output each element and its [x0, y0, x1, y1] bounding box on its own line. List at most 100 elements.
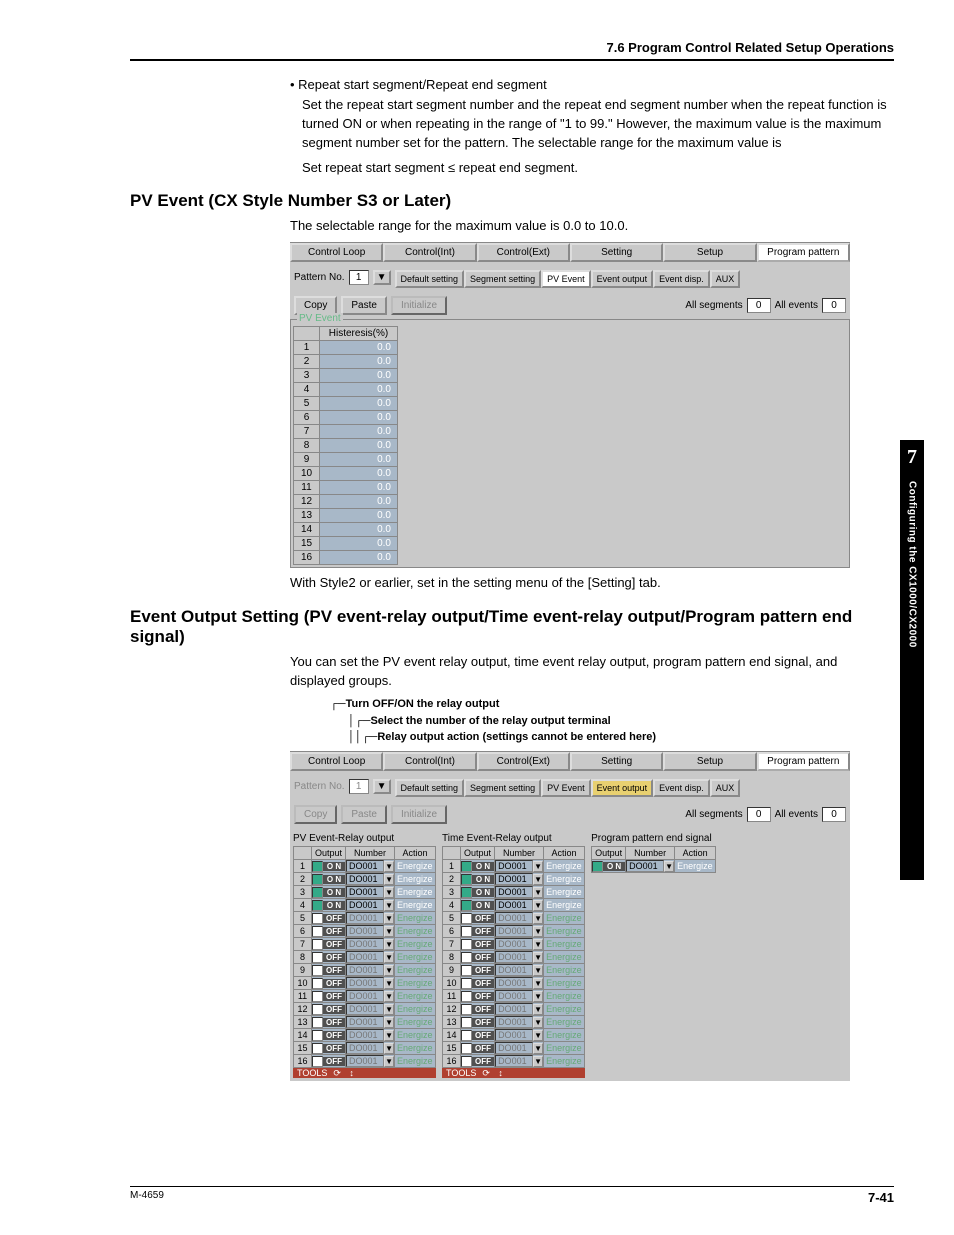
tab-control-int-[interactable]: Control(Int)	[383, 752, 476, 771]
number-cell[interactable]: DO001▼	[346, 951, 395, 964]
hysteresis-value[interactable]: 0.0	[320, 341, 398, 355]
tab-segment-setting[interactable]: Segment setting	[464, 270, 541, 288]
number-cell[interactable]: DO001▼	[346, 899, 395, 912]
dropdown-icon[interactable]: ▼	[384, 978, 394, 989]
output-checkbox[interactable]	[312, 965, 323, 976]
number-cell[interactable]: DO001▼	[495, 1042, 544, 1055]
output-cell[interactable]: OFF	[312, 938, 346, 951]
number-cell[interactable]: DO001▼	[346, 1029, 395, 1042]
output-checkbox[interactable]	[312, 874, 323, 885]
dropdown-icon[interactable]: ▼	[384, 874, 394, 885]
output-cell[interactable]: OFF	[312, 977, 346, 990]
dropdown-icon[interactable]: ▼	[533, 978, 543, 989]
hysteresis-value[interactable]: 0.0	[320, 523, 398, 537]
tab-control-ext-[interactable]: Control(Ext)	[477, 243, 570, 262]
output-cell[interactable]: OFF	[312, 1016, 346, 1029]
dropdown-icon[interactable]: ▼	[533, 887, 543, 898]
dropdown-icon[interactable]: ▼	[533, 1056, 543, 1067]
number-cell[interactable]: DO001▼	[495, 1003, 544, 1016]
dropdown-icon[interactable]: ▼	[533, 991, 543, 1002]
dropdown-icon[interactable]: ▼	[533, 900, 543, 911]
dropdown-icon[interactable]: ▼	[384, 1056, 394, 1067]
output-cell[interactable]: O N	[312, 860, 346, 873]
output-cell[interactable]: OFF	[461, 1042, 495, 1055]
output-cell[interactable]: OFF	[312, 1029, 346, 1042]
output-cell[interactable]: OFF	[312, 912, 346, 925]
hysteresis-value[interactable]: 0.0	[320, 369, 398, 383]
number-cell[interactable]: DO001▼	[495, 860, 544, 873]
tab-aux[interactable]: AUX	[710, 270, 741, 288]
all-events-field[interactable]: 0	[822, 298, 846, 313]
output-checkbox[interactable]	[461, 1056, 472, 1067]
output-cell[interactable]: OFF	[461, 938, 495, 951]
output-cell[interactable]: OFF	[461, 951, 495, 964]
output-checkbox[interactable]	[461, 978, 472, 989]
number-cell[interactable]: DO001▼	[495, 925, 544, 938]
tab-pv-event[interactable]: PV Event	[541, 779, 591, 797]
output-checkbox[interactable]	[461, 1030, 472, 1041]
output-checkbox[interactable]	[461, 887, 472, 898]
hysteresis-value[interactable]: 0.0	[320, 397, 398, 411]
dropdown-icon[interactable]: ▼	[533, 1017, 543, 1028]
number-cell[interactable]: DO001▼	[346, 925, 395, 938]
output-cell[interactable]: OFF	[312, 1003, 346, 1016]
output-checkbox[interactable]	[312, 978, 323, 989]
number-cell[interactable]: DO001▼	[495, 1055, 544, 1068]
output-checkbox[interactable]	[461, 1004, 472, 1015]
output-checkbox[interactable]	[312, 1056, 323, 1067]
all-segments-field[interactable]: 0	[747, 807, 771, 822]
hysteresis-value[interactable]: 0.0	[320, 411, 398, 425]
hysteresis-value[interactable]: 0.0	[320, 481, 398, 495]
tab-setup[interactable]: Setup	[663, 243, 756, 262]
output-cell[interactable]: O N	[312, 899, 346, 912]
dropdown-icon[interactable]: ▼	[533, 874, 543, 885]
output-cell[interactable]: OFF	[312, 964, 346, 977]
all-events-field[interactable]: 0	[822, 807, 846, 822]
number-cell[interactable]: DO001▼	[346, 1003, 395, 1016]
output-checkbox[interactable]	[461, 1017, 472, 1028]
dropdown-icon[interactable]: ▼	[384, 1017, 394, 1028]
dropdown-icon[interactable]: ▼	[384, 952, 394, 963]
output-checkbox[interactable]	[312, 900, 323, 911]
output-checkbox[interactable]	[312, 939, 323, 950]
tab-setup[interactable]: Setup	[663, 752, 756, 771]
output-checkbox[interactable]	[461, 861, 472, 872]
tab-segment-setting[interactable]: Segment setting	[464, 779, 541, 797]
dropdown-icon[interactable]: ▼	[373, 270, 391, 285]
output-checkbox[interactable]	[312, 887, 323, 898]
output-checkbox[interactable]	[312, 1017, 323, 1028]
number-cell[interactable]: DO001▼	[495, 951, 544, 964]
output-cell[interactable]: O N	[461, 899, 495, 912]
hysteresis-value[interactable]: 0.0	[320, 453, 398, 467]
output-cell[interactable]: O N	[461, 886, 495, 899]
dropdown-icon[interactable]: ▼	[384, 991, 394, 1002]
output-checkbox[interactable]	[461, 926, 472, 937]
number-cell[interactable]: DO001▼	[495, 938, 544, 951]
number-cell[interactable]: DO001▼	[346, 860, 395, 873]
number-cell[interactable]: DO001▼	[346, 912, 395, 925]
number-cell[interactable]: DO001▼	[495, 886, 544, 899]
output-cell[interactable]: O N	[592, 860, 626, 873]
number-cell[interactable]: DO001▼	[495, 899, 544, 912]
number-cell[interactable]: DO001▼	[346, 1055, 395, 1068]
number-cell[interactable]: DO001▼	[346, 1016, 395, 1029]
output-cell[interactable]: OFF	[461, 977, 495, 990]
tab-event-disp-[interactable]: Event disp.	[653, 270, 710, 288]
tab-program-pattern[interactable]: Program pattern	[757, 752, 850, 771]
hysteresis-value[interactable]: 0.0	[320, 537, 398, 551]
number-cell[interactable]: DO001▼	[495, 977, 544, 990]
output-cell[interactable]: OFF	[461, 925, 495, 938]
output-checkbox[interactable]	[312, 926, 323, 937]
output-cell[interactable]: OFF	[312, 951, 346, 964]
output-cell[interactable]: OFF	[312, 925, 346, 938]
output-checkbox[interactable]	[461, 952, 472, 963]
output-checkbox[interactable]	[312, 952, 323, 963]
hysteresis-value[interactable]: 0.0	[320, 439, 398, 453]
number-cell[interactable]: DO001▼	[346, 964, 395, 977]
output-checkbox[interactable]	[461, 939, 472, 950]
dropdown-icon[interactable]: ▼	[384, 861, 394, 872]
dropdown-icon[interactable]: ▼	[384, 900, 394, 911]
output-checkbox[interactable]	[312, 1030, 323, 1041]
tab-pv-event[interactable]: PV Event	[541, 270, 591, 288]
dropdown-icon[interactable]: ▼	[664, 861, 674, 872]
